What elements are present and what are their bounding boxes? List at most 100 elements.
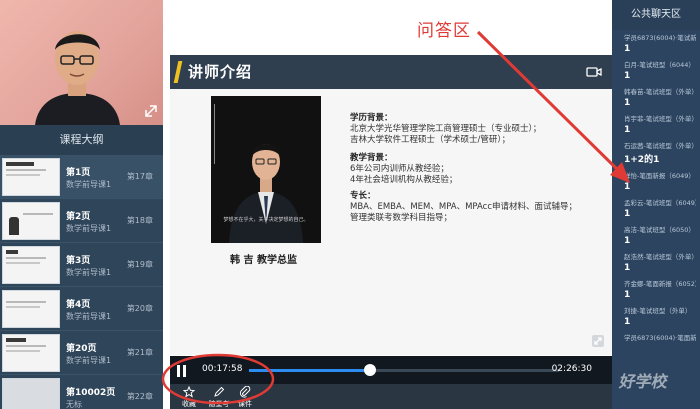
instructor-name: 韩 吉 教学总监: [230, 255, 297, 266]
player-controls: 00:17:58 02:26:30 收藏 随堂考 课件: [170, 356, 612, 409]
page-subtitle: 数学前导课1: [66, 356, 112, 365]
chat-text: 1: [624, 182, 631, 192]
page-title: 第1页: [66, 168, 91, 178]
teacher-camera-video: [0, 0, 163, 125]
page-subtitle: 数学前导课1: [66, 268, 112, 277]
chat-username: 高洁-笔试班型（6050）: [624, 226, 695, 234]
chat-list[interactable]: 学员6873(6004)·笔试新报 1 白月-笔试班型（6044） 1 韩春苗-笔试班型…: [612, 30, 700, 347]
chat-username: 白月-笔试班型（6044）: [624, 61, 695, 69]
chat-text: 1: [624, 209, 631, 219]
portrait-quote: 梦想不在乎大，关乎决定梦想的自己。: [223, 217, 309, 223]
chat-text: 1: [624, 290, 631, 300]
page-subtitle: 数学前导课1: [66, 224, 112, 233]
chat-message: 齐金娜-笔面新报（6052） 1: [612, 276, 700, 303]
chat-username: 韩春苗-笔试班型（外单）: [624, 88, 696, 96]
chat-text: 1: [624, 317, 631, 327]
education-line: 吉林大学软件工程硕士（学术硕士/管研）；: [350, 135, 511, 145]
page-title: 第10002页: [66, 388, 116, 398]
specialty-line: 管理类联考数学科目指导；: [350, 213, 453, 223]
progress-fill: [249, 369, 370, 372]
outline-header: 课程大纲: [0, 125, 163, 155]
quiz-label: 随堂考: [208, 400, 230, 408]
chat-message: 孟彩云-笔试班型（6049） 1: [612, 195, 700, 222]
page-subtitle: 数学前导课1: [66, 312, 112, 321]
outline-item[interactable]: 第20页 数学前导课1 第21章: [0, 331, 163, 375]
chat-text: 1: [624, 125, 631, 135]
annotation-label: 问答区: [417, 21, 471, 41]
chat-message: 白月-笔试班型（6044） 1: [612, 57, 700, 84]
page-title: 第2页: [66, 212, 91, 222]
chat-username: 赵浩然-笔试班型（外单）: [624, 253, 696, 261]
chat-message: 赵浩然-笔试班型（外单） 1: [612, 249, 700, 276]
chat-username: 石运茜-笔试班型（外单）: [624, 142, 696, 150]
chat-message: 祥怡-笔面新报（6049） 1: [612, 168, 700, 195]
chat-username: 齐金娜-笔面新报（6052）: [624, 280, 696, 288]
chat-text: 1: [624, 263, 631, 273]
instructor-portrait: 梦想不在乎大，关乎决定梦想的自己。: [211, 96, 321, 243]
total-time: 02:26:30: [551, 364, 592, 374]
title-accent-bar: [173, 61, 183, 83]
outline-item[interactable]: 第4页 数学前导课1 第20章: [0, 287, 163, 331]
favorite-label: 收藏: [182, 400, 196, 408]
slide-title: 讲师介绍: [188, 63, 253, 81]
progress-track[interactable]: [249, 364, 559, 376]
chat-text: 1: [624, 98, 631, 108]
page-thumbnail: [2, 202, 60, 240]
teacher-figure: [35, 31, 120, 125]
chat-username: 肖宇菲-笔试班型（外单）: [624, 115, 696, 123]
page-chapter: 第22章: [126, 392, 153, 401]
chat-text: 1: [624, 44, 631, 54]
page-title: 第4页: [66, 300, 91, 310]
chat-message: 学员6873(6004)·笔面新报: [612, 330, 700, 347]
chat-username: 孟彩云-笔试班型（6049）: [624, 199, 696, 207]
page-chapter: 第19章: [126, 260, 153, 269]
page-title: 第3页: [66, 256, 91, 266]
chat-text: 1: [624, 236, 631, 246]
chat-text: 1: [624, 71, 631, 81]
chat-message: 肖宇菲-笔试班型（外单） 1: [612, 111, 700, 138]
chat-username: 祥怡-笔面新报（6049）: [624, 172, 695, 180]
outline-item[interactable]: 第3页 数学前导课1 第19章: [0, 243, 163, 287]
outline-item[interactable]: 第10002页 无标 第22章: [0, 375, 163, 409]
slide-header: 讲师介绍: [170, 55, 612, 89]
chat-username: 学员6873(6004)·笔面新报: [624, 334, 696, 342]
chat-message: 石运茜-笔试班型（外单） 1+2的1: [612, 138, 700, 168]
public-chat-panel: 公共聊天区 学员6873(6004)·笔试新报 1 白月-笔试班型（6044） 1 韩春…: [612, 0, 700, 409]
paperclip-icon: [239, 386, 251, 398]
courseware-button[interactable]: 课件: [228, 386, 262, 409]
outline-item[interactable]: 第1页 数学前导课1 第17章: [0, 155, 163, 199]
pause-button[interactable]: [176, 365, 188, 377]
watermark-logo: 好学校: [618, 372, 670, 391]
page-chapter: 第18章: [126, 216, 153, 225]
fullscreen-icon[interactable]: [592, 335, 604, 347]
page-thumbnail: [2, 290, 60, 328]
slide-area: 讲师介绍 梦想不在乎大，关乎决定梦想的自己。 韩 吉 教学总监 学历背景： 北京…: [170, 55, 612, 355]
favorite-button[interactable]: 收藏: [172, 386, 206, 409]
main-stage: 讲师介绍 梦想不在乎大，关乎决定梦想的自己。 韩 吉 教学总监 学历背景： 北京…: [163, 0, 612, 409]
chat-username: 刘捷-笔试班型（外单）: [624, 307, 692, 315]
page-thumbnail: [2, 246, 60, 284]
teaching-line: 4年社会培训机构从教经验；: [350, 175, 458, 185]
player-toolbar: 收藏 随堂考 课件: [170, 384, 612, 409]
star-icon: [183, 386, 195, 398]
progress-knob[interactable]: [363, 364, 376, 376]
page-chapter: 第20章: [126, 304, 153, 313]
camera-toggle-icon[interactable]: [586, 65, 602, 79]
page-thumbnail: [2, 378, 60, 409]
page-chapter: 第17章: [126, 172, 153, 181]
seek-bar-row: 00:17:58 02:26:30: [170, 356, 612, 384]
page-title: 第20页: [66, 344, 97, 354]
page-subtitle: 无标: [66, 400, 82, 409]
chat-message: 刘捷-笔试班型（外单） 1: [612, 303, 700, 330]
page-thumbnail: [2, 334, 60, 372]
chat-message: 韩春苗-笔试班型（外单） 1: [612, 84, 700, 111]
chat-text: 1+2的1: [624, 155, 660, 165]
page-thumbnail: [2, 158, 60, 196]
chat-message: 学员6873(6004)·笔试新报 1: [612, 30, 700, 57]
chat-message: 高洁-笔试班型（6050） 1: [612, 222, 700, 249]
chat-username: 学员6873(6004)·笔试新报: [624, 34, 696, 42]
outline-item[interactable]: 第2页 数学前导课1 第18章: [0, 199, 163, 243]
expand-video-icon[interactable]: [145, 105, 157, 117]
current-time: 00:17:58: [202, 364, 243, 374]
courseware-label: 课件: [238, 400, 252, 408]
